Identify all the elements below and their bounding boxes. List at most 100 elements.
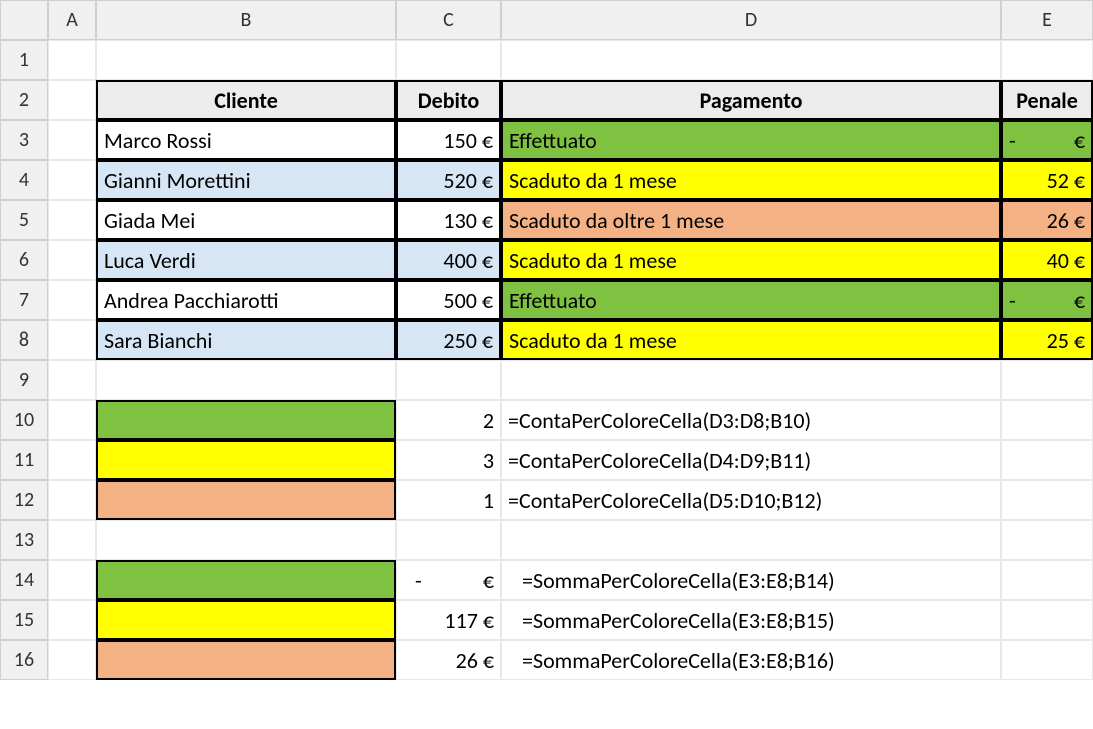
cell-A7[interactable] <box>48 280 96 320</box>
cell-A4[interactable] <box>48 160 96 200</box>
cell-C13[interactable] <box>396 520 501 560</box>
cell-debito-4[interactable]: 520 € <box>396 160 501 200</box>
cell-C1[interactable] <box>396 40 501 80</box>
cell-A12[interactable] <box>48 480 96 520</box>
cell-pagamento-8[interactable]: Scaduto da 1 mese <box>501 320 1001 360</box>
cell-A11[interactable] <box>48 440 96 480</box>
cell-A2[interactable] <box>48 80 96 120</box>
cell-debito-5[interactable]: 130 € <box>396 200 501 240</box>
col-header-E[interactable]: E <box>1001 0 1093 40</box>
cell-penale-7[interactable]: - € <box>1001 280 1093 320</box>
cell-A13[interactable] <box>48 520 96 560</box>
cell-E12[interactable] <box>1001 480 1093 520</box>
cell-A6[interactable] <box>48 240 96 280</box>
cell-A8[interactable] <box>48 320 96 360</box>
header-cliente[interactable]: Cliente <box>96 80 396 120</box>
cell-E1[interactable] <box>1001 40 1093 80</box>
cell-B13[interactable] <box>96 520 396 560</box>
cell-A10[interactable] <box>48 400 96 440</box>
header-penale[interactable]: Penale <box>1001 80 1093 120</box>
sum-val-14[interactable]: - € <box>396 560 501 600</box>
cell-A3[interactable] <box>48 120 96 160</box>
cell-A15[interactable] <box>48 600 96 640</box>
cell-C9[interactable] <box>396 360 501 400</box>
cell-E16[interactable] <box>1001 640 1093 680</box>
col-header-A[interactable]: A <box>48 0 96 40</box>
row-header-14[interactable]: 14 <box>0 560 48 600</box>
row-header-1[interactable]: 1 <box>0 40 48 80</box>
count-val-10[interactable]: 2 <box>396 400 501 440</box>
cell-cliente-4[interactable]: Gianni Morettini <box>96 160 396 200</box>
cell-pagamento-4[interactable]: Scaduto da 1 mese <box>501 160 1001 200</box>
cell-B1[interactable] <box>96 40 396 80</box>
cell-cliente-3[interactable]: Marco Rossi <box>96 120 396 160</box>
row-header-8[interactable]: 8 <box>0 320 48 360</box>
row-header-15[interactable]: 15 <box>0 600 48 640</box>
cell-E9[interactable] <box>1001 360 1093 400</box>
cell-pagamento-5[interactable]: Scaduto da oltre 1 mese <box>501 200 1001 240</box>
cell-E13[interactable] <box>1001 520 1093 560</box>
header-debito[interactable]: Debito <box>396 80 501 120</box>
cell-penale-5[interactable]: 26 € <box>1001 200 1093 240</box>
row-header-12[interactable]: 12 <box>0 480 48 520</box>
sum-formula-16[interactable]: =SommaPerColoreCella(E3:E8;B16) <box>501 640 1001 680</box>
count-formula-11[interactable]: =ContaPerColoreCella(D4:D9;B11) <box>501 440 1001 480</box>
cell-penale-8[interactable]: 25 € <box>1001 320 1093 360</box>
swatch-yellow-11[interactable] <box>96 440 396 480</box>
cell-debito-8[interactable]: 250 € <box>396 320 501 360</box>
swatch-yellow-15[interactable] <box>96 600 396 640</box>
cell-penale-4[interactable]: 52 € <box>1001 160 1093 200</box>
cell-cliente-8[interactable]: Sara Bianchi <box>96 320 396 360</box>
row-header-9[interactable]: 9 <box>0 360 48 400</box>
row-header-2[interactable]: 2 <box>0 80 48 120</box>
cell-pagamento-3[interactable]: Effettuato <box>501 120 1001 160</box>
sum-val-16[interactable]: 26 € <box>396 640 501 680</box>
col-header-C[interactable]: C <box>396 0 501 40</box>
row-header-16[interactable]: 16 <box>0 640 48 680</box>
col-header-B[interactable]: B <box>96 0 396 40</box>
cell-penale-3[interactable]: - € <box>1001 120 1093 160</box>
cell-A9[interactable] <box>48 360 96 400</box>
count-val-12[interactable]: 1 <box>396 480 501 520</box>
sum-formula-14[interactable]: =SommaPerColoreCella(E3:E8;B14) <box>501 560 1001 600</box>
cell-cliente-5[interactable]: Giada Mei <box>96 200 396 240</box>
cell-E10[interactable] <box>1001 400 1093 440</box>
cell-pagamento-6[interactable]: Scaduto da 1 mese <box>501 240 1001 280</box>
cell-A1[interactable] <box>48 40 96 80</box>
header-pagamento[interactable]: Pagamento <box>501 80 1001 120</box>
cell-D9[interactable] <box>501 360 1001 400</box>
row-header-5[interactable]: 5 <box>0 200 48 240</box>
count-val-11[interactable]: 3 <box>396 440 501 480</box>
row-header-10[interactable]: 10 <box>0 400 48 440</box>
swatch-green-14[interactable] <box>96 560 396 600</box>
cell-penale-6[interactable]: 40 € <box>1001 240 1093 280</box>
sum-val-15[interactable]: 117 € <box>396 600 501 640</box>
cell-E11[interactable] <box>1001 440 1093 480</box>
cell-D13[interactable] <box>501 520 1001 560</box>
row-header-13[interactable]: 13 <box>0 520 48 560</box>
row-header-7[interactable]: 7 <box>0 280 48 320</box>
row-header-11[interactable]: 11 <box>0 440 48 480</box>
row-header-6[interactable]: 6 <box>0 240 48 280</box>
cell-debito-6[interactable]: 400 € <box>396 240 501 280</box>
cell-E14[interactable] <box>1001 560 1093 600</box>
count-formula-12[interactable]: =ContaPerColoreCella(D5:D10;B12) <box>501 480 1001 520</box>
count-formula-10[interactable]: =ContaPerColoreCella(D3:D8;B10) <box>501 400 1001 440</box>
swatch-orange-12[interactable] <box>96 480 396 520</box>
cell-pagamento-7[interactable]: Effettuato <box>501 280 1001 320</box>
cell-debito-7[interactable]: 500 € <box>396 280 501 320</box>
cell-E15[interactable] <box>1001 600 1093 640</box>
col-header-D[interactable]: D <box>501 0 1001 40</box>
cell-A14[interactable] <box>48 560 96 600</box>
cell-A16[interactable] <box>48 640 96 680</box>
cell-D1[interactable] <box>501 40 1001 80</box>
sum-formula-15[interactable]: =SommaPerColoreCella(E3:E8;B15) <box>501 600 1001 640</box>
row-header-3[interactable]: 3 <box>0 120 48 160</box>
cell-A5[interactable] <box>48 200 96 240</box>
cell-debito-3[interactable]: 150 € <box>396 120 501 160</box>
cell-cliente-7[interactable]: Andrea Pacchiarotti <box>96 280 396 320</box>
cell-B9[interactable] <box>96 360 396 400</box>
swatch-orange-16[interactable] <box>96 640 396 680</box>
row-header-4[interactable]: 4 <box>0 160 48 200</box>
cell-cliente-6[interactable]: Luca Verdi <box>96 240 396 280</box>
